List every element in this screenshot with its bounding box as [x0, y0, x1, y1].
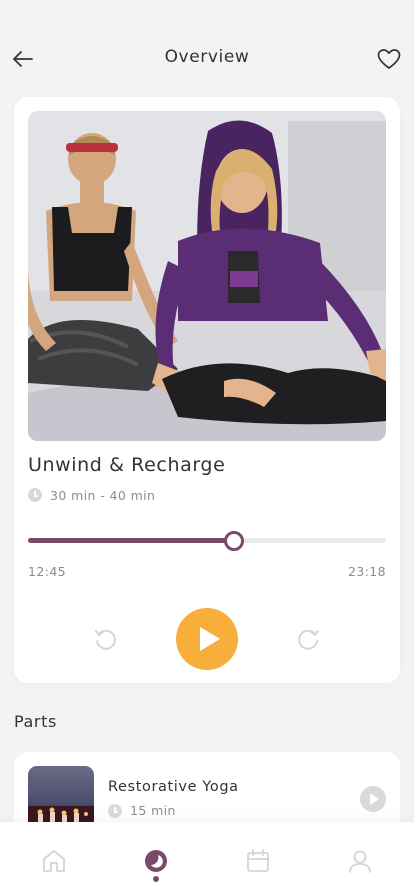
active-tab-indicator	[153, 876, 159, 882]
parts-heading: Parts	[14, 712, 57, 731]
part-duration: 15 min	[108, 803, 176, 818]
session-card: Unwind & Recharge 30 min - 40 min 12:45 …	[14, 97, 400, 683]
user-icon[interactable]	[347, 848, 373, 874]
elapsed-time: 12:45	[28, 564, 67, 579]
progress-fill	[28, 538, 234, 543]
session-duration: 30 min - 40 min	[28, 486, 155, 504]
moon-icon[interactable]	[143, 848, 169, 874]
total-time: 23:18	[347, 564, 386, 579]
session-duration-text: 30 min - 40 min	[50, 487, 156, 503]
header: Overview	[0, 0, 414, 100]
clock-icon	[28, 488, 42, 502]
progress-slider[interactable]	[28, 531, 386, 551]
calendar-icon[interactable]	[245, 848, 271, 874]
part-duration-text: 15 min	[130, 803, 176, 818]
tab-bar	[0, 822, 414, 896]
home-icon[interactable]	[41, 848, 67, 874]
play-button[interactable]	[176, 608, 238, 670]
rewind-icon[interactable]	[92, 625, 120, 653]
progress-thumb[interactable]	[223, 531, 244, 551]
page-title: Overview	[164, 47, 250, 67]
clock-icon	[108, 803, 122, 818]
play-icon	[200, 627, 220, 651]
heart-icon[interactable]	[376, 46, 402, 72]
part-play-icon[interactable]	[360, 786, 386, 812]
forward-icon[interactable]	[294, 625, 322, 653]
session-image	[28, 111, 386, 441]
part-title: Restorative Yoga	[108, 779, 239, 795]
session-title: Unwind & Recharge	[28, 454, 226, 476]
